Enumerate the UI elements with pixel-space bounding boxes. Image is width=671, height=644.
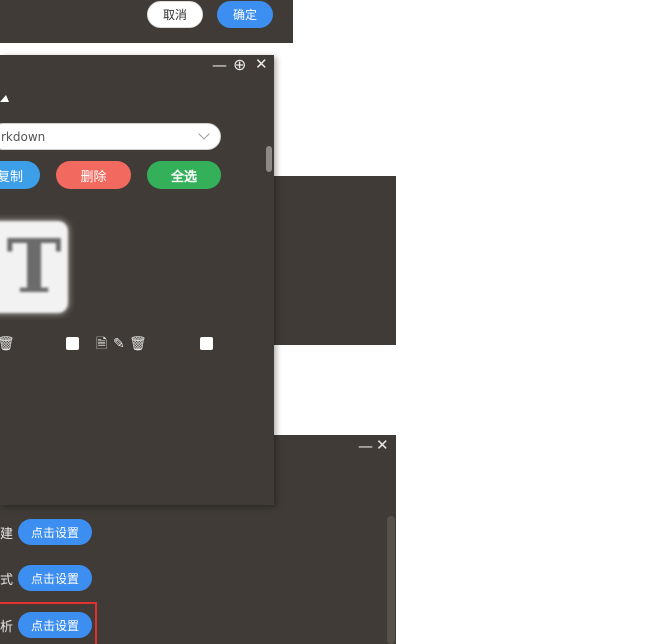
close-icon[interactable]: ✕ <box>255 57 268 72</box>
snippet-window: — ⊕ ✕ rkdown 复制 删除 全选 T 🗑 🗎 ✎ 🗑 <box>0 55 274 505</box>
triangle-icon <box>0 95 9 102</box>
thumbnail-letter: T <box>6 224 62 310</box>
settings-scrollbar[interactable] <box>387 516 395 644</box>
item-thumbnail[interactable]: T <box>0 221 68 313</box>
format-select-value: rkdown <box>1 130 46 144</box>
setting-label-1: 建 <box>0 527 14 542</box>
minimize-icon[interactable]: — <box>358 439 373 454</box>
delete-button[interactable]: 删除 <box>56 161 131 189</box>
top-dialog-footer: 取消 确定 <box>0 0 293 43</box>
confirm-button[interactable]: 确定 <box>217 1 273 28</box>
set-button-2[interactable]: 点击设置 <box>18 565 92 591</box>
edit-icon[interactable]: ✎ <box>113 337 125 351</box>
minimize-icon[interactable]: — <box>212 58 227 73</box>
setting-label-2: 式 <box>0 573 14 588</box>
format-select[interactable]: rkdown <box>0 123 221 150</box>
select-all-button[interactable]: 全选 <box>147 161 221 189</box>
document-icon[interactable]: 🗎 <box>96 337 107 351</box>
copy-button[interactable]: 复制 <box>0 161 40 189</box>
item-checkbox[interactable] <box>200 337 213 350</box>
set-button-1[interactable]: 点击设置 <box>18 519 92 545</box>
cancel-button[interactable]: 取消 <box>147 1 203 28</box>
trash-icon[interactable]: 🗑 <box>0 337 15 351</box>
background-panel <box>270 176 396 345</box>
add-icon[interactable]: ⊕ <box>233 57 246 73</box>
trash-icon[interactable]: 🗑 <box>129 337 147 351</box>
highlight-annotation <box>0 602 97 644</box>
window-scrollbar[interactable] <box>266 146 272 172</box>
chevron-down-icon <box>198 128 210 140</box>
item-checkbox[interactable] <box>66 337 79 350</box>
close-icon[interactable]: ✕ <box>376 438 389 453</box>
